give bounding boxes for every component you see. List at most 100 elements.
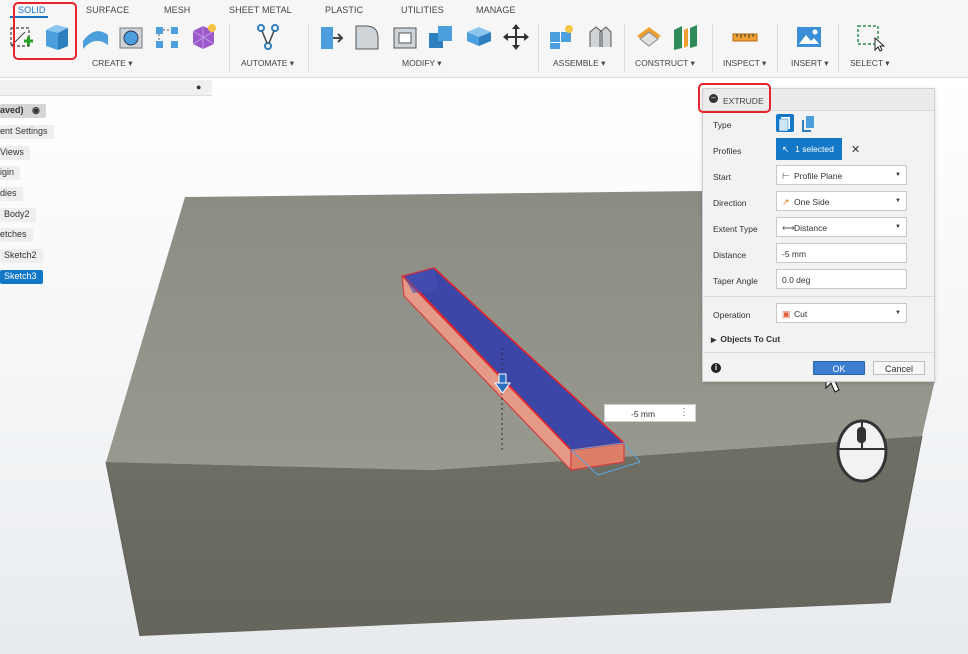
browser-item-label: Sketch3 <box>4 271 37 281</box>
extent-type-label: Extent Type <box>713 224 758 234</box>
distance-icon: ⟷ <box>782 223 795 233</box>
press-pull-icon[interactable] <box>316 22 346 52</box>
create-form-icon[interactable] <box>188 22 218 52</box>
browser-item-sketches[interactable]: etches <box>0 228 33 242</box>
more-options-icon[interactable]: ⋮ <box>679 407 689 418</box>
dialog-title-highlight <box>698 83 771 113</box>
measure-icon[interactable] <box>730 22 760 52</box>
tab-plastic[interactable]: PLASTIC <box>325 5 363 15</box>
assemble-menu[interactable]: ASSEMBLE ▾ <box>553 58 605 69</box>
one-side-icon: ↗ <box>782 197 790 207</box>
separator <box>308 24 309 72</box>
automate-menu[interactable]: AUTOMATE ▾ <box>241 58 294 69</box>
mouse-navigation-icon <box>836 419 888 483</box>
browser-item-bodies[interactable]: dies <box>0 187 23 201</box>
body-front-face <box>106 436 922 636</box>
joint-icon[interactable] <box>585 22 615 52</box>
type-solid-icon[interactable] <box>776 114 794 132</box>
expand-triangle-icon: ▶ <box>711 337 717 344</box>
separator <box>624 24 625 72</box>
browser-item-body2[interactable]: Body2 <box>0 208 36 222</box>
direction-value: One Side <box>794 197 830 207</box>
modify-menu[interactable]: MODIFY ▾ <box>402 58 442 69</box>
offset-face-icon[interactable] <box>464 22 494 52</box>
distance-value: -5 mm <box>782 249 807 259</box>
fillet-icon[interactable] <box>352 22 382 52</box>
shell-icon[interactable] <box>390 22 420 52</box>
clear-selection-icon[interactable]: ✕ <box>851 143 860 156</box>
operation-label: Operation <box>713 310 751 320</box>
chevron-down-icon: ▼ <box>895 198 901 204</box>
browser-item-named-views[interactable]: Views <box>0 146 30 160</box>
direction-dropdown[interactable]: ↗ One Side ▼ <box>776 191 907 211</box>
combine-icon[interactable] <box>426 22 456 52</box>
tab-manage[interactable]: MANAGE <box>476 5 516 15</box>
tab-surface[interactable]: SURFACE <box>86 5 129 15</box>
objects-to-cut-section[interactable]: ▶ Objects To Cut <box>711 334 780 344</box>
midplane-icon[interactable] <box>670 22 700 52</box>
browser-header: ● <box>0 80 212 96</box>
hole-icon[interactable] <box>116 22 146 52</box>
cut-operation-icon: ▣ <box>782 309 791 319</box>
info-icon[interactable]: i <box>711 363 721 373</box>
taper-angle-input[interactable]: 0.0 deg <box>776 269 907 289</box>
offset-plane-icon[interactable] <box>634 22 664 52</box>
pattern-icon[interactable] <box>152 22 182 52</box>
separator <box>838 24 839 72</box>
inspect-menu[interactable]: INSPECT ▾ <box>723 58 766 69</box>
chevron-down-icon: ▼ <box>895 310 901 316</box>
browser-item-label: aved) <box>0 105 24 115</box>
start-label: Start <box>713 172 731 182</box>
workspace-tabs: SOLID SURFACE MESH SHEET METAL PLASTIC U… <box>0 0 968 18</box>
chevron-down-icon: ▼ <box>895 224 901 230</box>
move-icon[interactable] <box>501 22 531 52</box>
browser-item-label: Views <box>0 147 24 157</box>
browser-item-sketch2[interactable]: Sketch2 <box>0 249 43 263</box>
select-icon[interactable] <box>855 22 885 52</box>
browser-item-origin[interactable]: igin <box>0 166 21 180</box>
divider <box>703 352 934 353</box>
ok-button[interactable]: OK <box>813 361 865 375</box>
separator <box>712 24 713 72</box>
separator <box>229 24 230 72</box>
type-thin-icon[interactable] <box>800 114 818 132</box>
operation-value: Cut <box>794 309 808 319</box>
automate-icon[interactable] <box>253 22 283 52</box>
active-radio-icon[interactable]: ◉ <box>32 105 40 115</box>
tab-utilities[interactable]: UTILITIES <box>401 5 444 15</box>
select-menu[interactable]: SELECT ▾ <box>850 58 890 69</box>
construct-menu[interactable]: CONSTRUCT ▾ <box>635 58 695 69</box>
distance-input[interactable]: -5 mm <box>776 243 907 263</box>
revolve-icon[interactable] <box>80 22 110 52</box>
extent-value: Distance <box>794 223 828 233</box>
select-cursor-icon: ↖ <box>782 144 790 154</box>
profiles-label: Profiles <box>713 146 742 156</box>
profile-plane-icon: ⊢ <box>782 171 790 181</box>
tab-mesh[interactable]: MESH <box>164 5 190 15</box>
start-dropdown[interactable]: ⊢ Profile Plane ▼ <box>776 165 907 185</box>
browser-item-root[interactable]: aved) ◉ <box>0 104 46 118</box>
ok-label: OK <box>832 364 846 374</box>
tab-sheet-metal[interactable]: SHEET METAL <box>229 5 292 15</box>
direction-label: Direction <box>713 198 747 208</box>
operation-dropdown[interactable]: ▣ Cut ▼ <box>776 303 907 323</box>
profiles-selection-button[interactable]: ↖ 1 selected <box>776 138 842 160</box>
extent-type-dropdown[interactable]: ⟷Distance ▼ <box>776 217 907 237</box>
browser-item-label: Sketch2 <box>4 250 37 260</box>
insert-menu[interactable]: INSERT ▾ <box>791 58 829 69</box>
new-component-icon[interactable] <box>547 22 577 52</box>
cancel-label: Cancel <box>884 364 913 374</box>
separator <box>538 24 539 72</box>
cancel-button[interactable]: Cancel <box>873 361 925 375</box>
objects-to-cut-label: Objects To Cut <box>720 334 781 344</box>
browser-item-label: ent Settings <box>0 126 48 136</box>
browser-item-document-settings[interactable]: ent Settings <box>0 125 54 139</box>
distance-dimension-input[interactable]: -5 mm ⋮ <box>604 404 696 422</box>
browser-item-label: Body2 <box>4 209 30 219</box>
browser-item-sketch3[interactable]: Sketch3 <box>0 270 43 284</box>
create-menu[interactable]: CREATE ▾ <box>92 58 132 69</box>
collapse-browser-icon[interactable]: ● <box>196 82 201 92</box>
browser-item-label: etches <box>0 229 27 239</box>
extrude-dialog: – EXTRUDE Type Profiles ↖ 1 selected ✕ St… <box>698 83 935 382</box>
insert-image-icon[interactable] <box>794 22 824 52</box>
